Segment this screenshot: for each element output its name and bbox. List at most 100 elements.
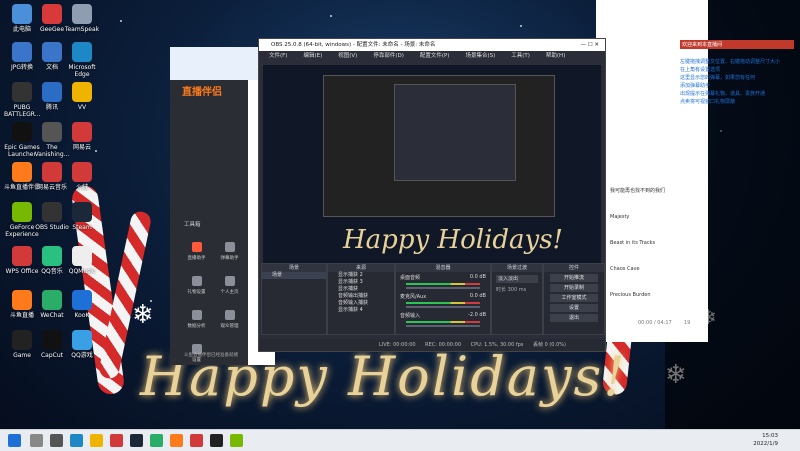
tool-item[interactable]: 个人主页 — [213, 272, 246, 306]
obs-titlebar[interactable]: OBS 25.0.8 (64-bit, windows) - 配置文件: 未命名… — [259, 39, 605, 51]
app-icon — [42, 202, 62, 222]
danmaku-window[interactable]: 欢迎来到本直播间 左键拖拽调整文位置、右键拖动调整尺寸大小 在上角有设置选项 这里显… — [596, 0, 794, 342]
obs-menu-item[interactable]: 帮助(H) — [546, 53, 565, 59]
source-item[interactable]: 音频输入捕获 — [328, 300, 394, 307]
desktop-icon[interactable]: 火绒 — [64, 162, 100, 191]
obs-menu-item[interactable]: 文件(F) — [269, 53, 287, 59]
song-item[interactable]: Beast in its Tracks — [610, 230, 705, 256]
channel-level: -2.0 dB — [468, 312, 486, 318]
control-button[interactable]: 开始推流 — [550, 274, 598, 282]
transition-select[interactable]: 淡入淡出 — [496, 275, 538, 283]
app-icon — [12, 246, 32, 266]
desktop-icon-label: Steam — [72, 224, 92, 231]
tool-item[interactable]: 礼物设置 — [180, 272, 213, 306]
duration-value[interactable]: 300 ms — [508, 287, 527, 293]
tool-item[interactable]: 直播助手 — [180, 238, 213, 272]
app-title: 直播伴侣 — [182, 87, 222, 98]
app-icon[interactable] — [110, 434, 123, 447]
tool-icon — [191, 242, 202, 252]
search-icon[interactable] — [30, 434, 43, 447]
volume-meter — [406, 321, 480, 323]
source-item[interactable]: 显示捕获 3 — [328, 279, 394, 286]
obs-menu-item[interactable]: 视图(V) — [338, 53, 357, 59]
obs-menu-item[interactable]: 场景集合(S) — [465, 53, 495, 59]
desktop-icon[interactable]: KooK — [64, 290, 100, 319]
tool-item[interactable]: 观众管理 — [213, 306, 246, 340]
control-button[interactable]: 设置 — [550, 304, 598, 312]
obs-menu-item[interactable]: 编辑(E) — [303, 53, 322, 59]
tool-label: 个人主页 — [220, 290, 239, 295]
obs-menubar: 文件(F) 编辑(E) 视图(V) 停靠部件(D) 配置文件(P) 场景集合(S) 工具(T… — [259, 51, 605, 62]
obs-menu-item[interactable]: 工具(T) — [511, 53, 530, 59]
source-item[interactable]: 显示捕获 2 — [328, 272, 394, 279]
control-button[interactable]: 工作室模式 — [550, 294, 598, 302]
app-icon — [72, 4, 92, 24]
sources-dock-title: 来源 — [328, 264, 394, 272]
edge-icon[interactable] — [70, 434, 83, 447]
window-controls[interactable]: — ☐ ✕ — [580, 39, 599, 51]
volume-slider[interactable] — [406, 325, 480, 327]
obs-window[interactable]: OBS 25.0.8 (64-bit, windows) - 配置文件: 未命名… — [258, 38, 606, 352]
obs-statusbar: LIVE: 00:00:00 REC: 00:00:00 CPU: 1.5%, … — [259, 339, 605, 351]
app-icon — [42, 162, 62, 182]
task-view-icon[interactable] — [50, 434, 63, 447]
desktop-icon[interactable]: Microsoft Edge — [64, 42, 100, 78]
steam-icon[interactable] — [130, 434, 143, 447]
control-button[interactable]: 退出 — [550, 314, 598, 322]
tool-item[interactable]: 弹幕助手 — [213, 238, 246, 272]
desktop-icon[interactable]: QQMusic — [64, 246, 100, 275]
app-icon — [72, 122, 92, 142]
mixer-channel: 麦克风/Aux 0.0 dB — [400, 293, 486, 308]
tool-icon — [224, 242, 235, 252]
chat-line: 这里显示您的弹幕，如果您有任何 — [680, 75, 756, 81]
source-item[interactable]: 显示捕获 — [328, 286, 394, 293]
tool-icon — [191, 310, 202, 320]
app2-icon[interactable] — [230, 434, 243, 447]
cpu-fps: CPU: 1.5%, 30.00 fps — [470, 342, 524, 348]
dropped-frames: 丢帧 0 (0.0%) — [532, 342, 566, 348]
tool-label: 弹幕助手 — [220, 256, 239, 261]
scene-item[interactable]: 场景 — [262, 272, 326, 279]
obs-menu-item[interactable]: 配置文件(P) — [420, 53, 450, 59]
desktop-icon[interactable]: Steam — [64, 202, 100, 231]
netease-icon[interactable] — [190, 434, 203, 447]
chat-lines: 左键拖拽调整文位置、右键拖动调整尺寸大小 在上角有设置选项 这里显示您的弹幕，如果您… — [680, 58, 795, 106]
desktop-icon-label: 火绒 — [75, 184, 88, 191]
volume-slider[interactable] — [406, 306, 480, 308]
control-button[interactable]: 开始录制 — [550, 284, 598, 292]
source-item[interactable]: 音频输出捕获 — [328, 293, 394, 300]
channel-level: 0.0 dB — [469, 293, 486, 299]
preview-greeting: Happy Holidays! — [343, 225, 563, 255]
song-item[interactable]: Precious Burden — [610, 282, 705, 308]
rec-time: REC: 00:00:00 — [425, 342, 462, 348]
footer-time: 00:00 / 04:17 — [638, 320, 672, 326]
wechat-icon[interactable] — [150, 434, 163, 447]
mixer-dock: 混音器 桌面音频 0.0 dB 麦克风/Aux 0.0 dB 音频输入 -2.0 dB — [395, 263, 491, 335]
live-companion-sidebar: 直播伴侣 工具箱 直播助手 弹幕助手 礼物设置 个人主页 数据分析 观众管理 设置 斗鱼直播… — [170, 80, 248, 365]
douyu-icon[interactable] — [170, 434, 183, 447]
app-icon — [12, 162, 32, 182]
clock[interactable]: 15:03 2022/1/9 — [753, 432, 778, 448]
start-icon[interactable] — [8, 434, 21, 447]
song-item[interactable]: Majesty — [610, 204, 705, 230]
mixer-dock-title: 混音器 — [396, 264, 490, 272]
desktop-icon[interactable]: VV — [64, 82, 100, 111]
snowflake-decoration: ❄ — [132, 300, 154, 330]
obs-icon[interactable] — [210, 434, 223, 447]
app-icon — [42, 4, 62, 24]
app-icon — [12, 82, 32, 102]
folder-icon[interactable] — [90, 434, 103, 447]
song-item[interactable]: Chaos Cave — [610, 256, 705, 282]
tool-item[interactable]: 数据分析 — [180, 306, 213, 340]
scenes-dock: 场景 场景 — [261, 263, 327, 335]
tool-icon — [224, 276, 235, 286]
desktop-icon[interactable]: QQ游戏 — [64, 330, 100, 359]
obs-preview[interactable]: Happy Holidays! — [263, 65, 601, 273]
desktop-icon[interactable]: TeamSpeak — [64, 4, 100, 33]
volume-slider[interactable] — [406, 287, 480, 289]
obs-menu-item[interactable]: 停靠部件(D) — [373, 53, 404, 59]
desktop-icon[interactable]: 网易云 — [64, 122, 100, 151]
app-icon — [42, 330, 62, 350]
song-item[interactable]: 我可能再也找不到的我们 — [610, 178, 705, 204]
source-item[interactable]: 显示捕获 4 — [328, 307, 394, 314]
